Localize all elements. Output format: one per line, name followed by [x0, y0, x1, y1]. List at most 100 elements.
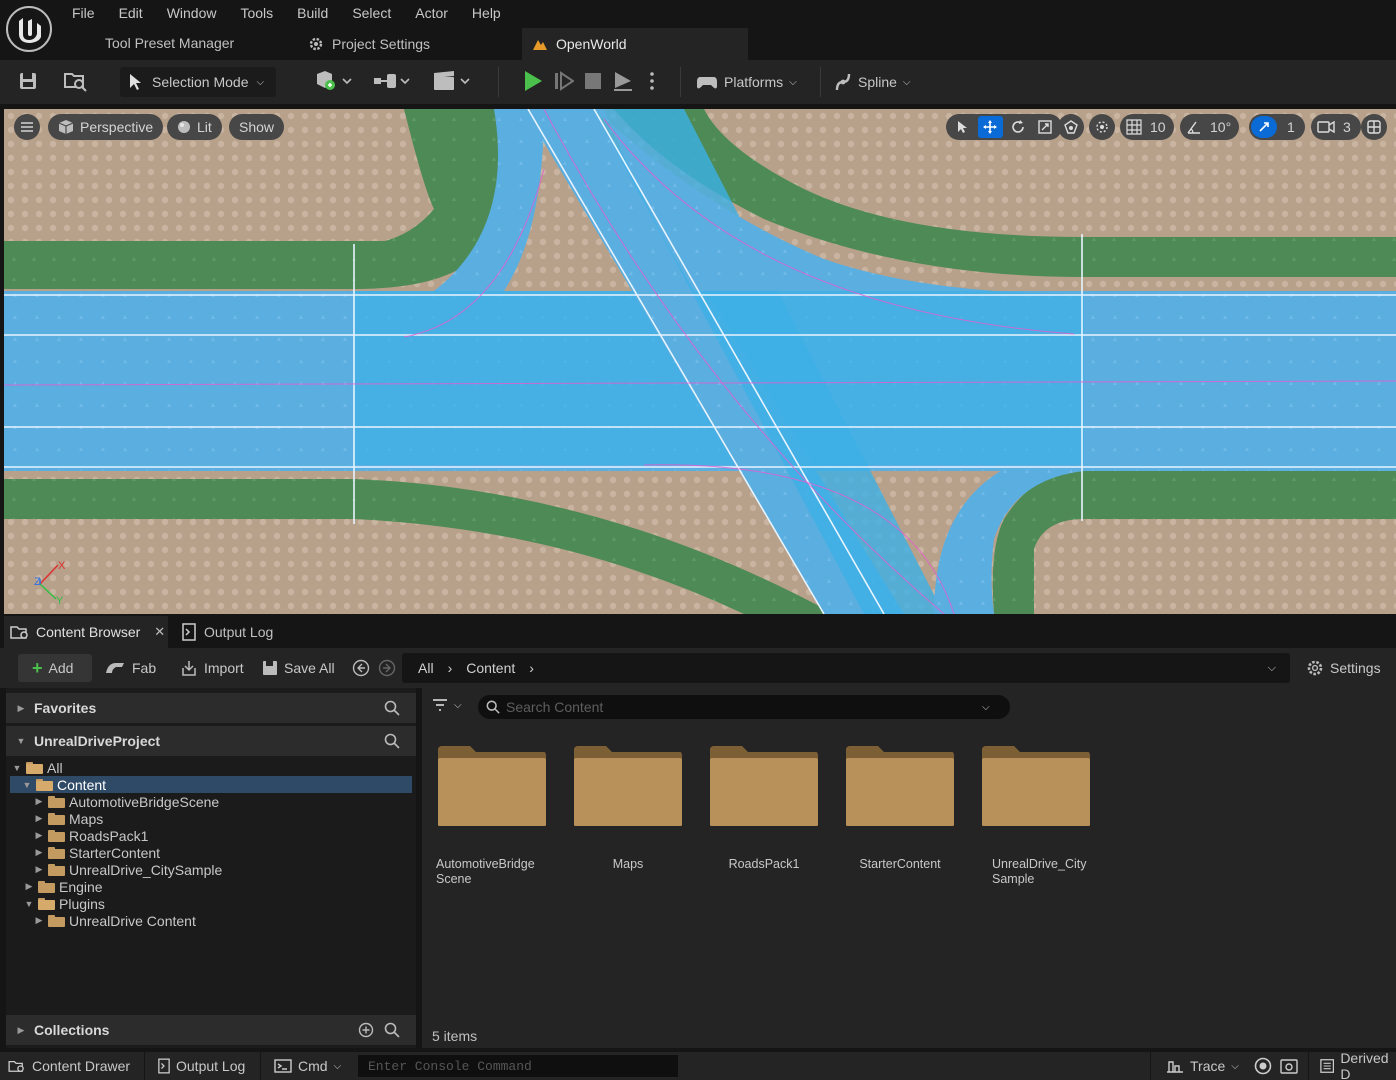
output-log-button[interactable]: Output Log [158, 1054, 245, 1078]
screenshot-icon[interactable] [1280, 1057, 1298, 1075]
browse-content-icon[interactable] [64, 70, 88, 92]
tree-item-plugins[interactable]: ▼ Plugins [24, 895, 105, 912]
surface-snap-toggle[interactable] [1089, 114, 1115, 140]
selection-mode-dropdown[interactable]: Selection Mode ⌵ [120, 67, 276, 97]
filter-button[interactable]: ⌵ [432, 698, 462, 712]
asset-folder-maps[interactable]: Maps [562, 744, 688, 894]
search-icon[interactable] [384, 1022, 400, 1038]
asset-folder-startercontent[interactable]: StarterContent [834, 744, 960, 894]
import-button[interactable]: Import [180, 654, 244, 682]
tab-level-openworld[interactable]: OpenWorld [522, 28, 748, 60]
console-command-input[interactable] [358, 1055, 678, 1077]
add-actor-icon[interactable] [314, 70, 354, 92]
asset-folder-automotivebridgescene[interactable]: AutomotiveBridge Scene [426, 744, 552, 894]
chevron-down-icon[interactable]: ⌵ [982, 702, 990, 713]
tree-item-maps[interactable]: ▶ Maps [34, 810, 104, 827]
rotate-tool-icon[interactable] [1005, 116, 1031, 138]
cmd-dropdown[interactable]: Cmd ⌵ [274, 1054, 341, 1078]
blueprint-icon[interactable] [372, 70, 414, 92]
status-separator [144, 1052, 145, 1080]
search-icon[interactable] [384, 700, 400, 716]
perspective-button[interactable]: Perspective [48, 114, 164, 140]
translate-tool-icon[interactable] [977, 116, 1003, 138]
history-back-icon[interactable] [352, 659, 370, 677]
breadcrumb[interactable]: All › Content › ⌵ [402, 653, 1290, 683]
derived-data-button[interactable]: Derived D [1320, 1050, 1396, 1080]
eject-icon[interactable] [612, 70, 634, 92]
menu-tools[interactable]: Tools [228, 2, 285, 24]
output-log-label: Output Log [204, 624, 274, 640]
folder-open-icon [26, 761, 43, 774]
menu-actor[interactable]: Actor [403, 2, 460, 24]
tree-item-startercontent[interactable]: ▶ StarterContent [34, 844, 161, 861]
tab-content-browser[interactable]: Content Browser ✕ [4, 616, 168, 648]
show-button[interactable]: Show [229, 114, 285, 140]
tree-item-automotivebridgescene[interactable]: ▶ AutomotiveBridgeScene [34, 793, 220, 810]
more-options-icon[interactable] [648, 71, 656, 91]
project-header[interactable]: ▼ UnrealDriveProject [6, 726, 416, 756]
add-button[interactable]: + Add [18, 654, 92, 682]
viewport-menu-button[interactable] [14, 114, 40, 140]
tab-output-log[interactable]: Output Log [182, 616, 273, 648]
settings-button[interactable]: Settings [1306, 654, 1381, 682]
trace-dropdown[interactable]: Trace ⌵ [1166, 1054, 1239, 1078]
breadcrumb-all[interactable]: All [418, 660, 434, 676]
save-icon[interactable] [18, 71, 38, 91]
platforms-dropdown[interactable]: Platforms ⌵ [696, 67, 797, 97]
tree-item-engine[interactable]: ▶ Engine [24, 878, 103, 895]
tree-item-all[interactable]: ▼ All [12, 759, 63, 776]
camera-speed-button[interactable]: 3 [1311, 114, 1361, 140]
menu-help[interactable]: Help [460, 2, 513, 24]
chevron-down-icon: ⌵ [454, 699, 462, 711]
layout-options-button[interactable] [1361, 114, 1387, 140]
rotation-snap-button[interactable]: 10° [1180, 114, 1240, 140]
cinematics-icon[interactable] [432, 70, 474, 92]
asset-folder-unrealdrive-citysample[interactable]: UnrealDrive_City Sample [970, 744, 1096, 894]
world-local-toggle[interactable] [1058, 114, 1084, 140]
tab-project-settings[interactable]: Project Settings [300, 28, 510, 60]
search-input[interactable] [506, 699, 976, 715]
tab-tool-preset-manager[interactable]: Tool Preset Manager [90, 28, 280, 60]
unreal-logo-icon[interactable] [6, 6, 52, 52]
menu-window[interactable]: Window [155, 2, 229, 24]
menu-file[interactable]: File [60, 2, 107, 24]
collections-header[interactable]: ▶ Collections [6, 1015, 416, 1045]
level-viewport[interactable]: X Z Y Perspective Lit Show 10 10° 1 3 [4, 109, 1396, 614]
menu-build[interactable]: Build [285, 2, 340, 24]
content-drawer-button[interactable]: Content Drawer [8, 1054, 130, 1078]
tree-item-roadspack1[interactable]: ▶ RoadsPack1 [34, 827, 149, 844]
folder-icon [48, 863, 65, 876]
chevron-down-icon[interactable]: ⌵ [1268, 662, 1276, 675]
add-collection-icon[interactable] [358, 1022, 374, 1038]
favorites-header[interactable]: ▶ Favorites [6, 693, 416, 723]
road-scene[interactable]: X Z Y [4, 109, 1396, 614]
menu-edit[interactable]: Edit [107, 2, 155, 24]
scale-snap-button[interactable]: 1 [1249, 114, 1305, 140]
record-icon[interactable] [1254, 1057, 1272, 1075]
history-forward-icon[interactable] [378, 659, 396, 677]
save-all-button[interactable]: Save All [262, 654, 335, 682]
tree-item-content[interactable]: ▼ Content [10, 776, 412, 793]
folder-icon [574, 746, 682, 826]
chevron-right-icon: › [447, 660, 453, 676]
asset-folder-roadspack1[interactable]: RoadsPack1 [698, 744, 824, 894]
play-icon[interactable] [522, 70, 544, 92]
grid-snap-button[interactable]: 10 [1120, 114, 1174, 140]
spline-dropdown[interactable]: Spline ⌵ [834, 67, 911, 97]
tree-item-unrealdrive-citysample[interactable]: ▶ UnrealDrive_CitySample [34, 861, 223, 878]
tree-item-unrealdrive-content[interactable]: ▶ UnrealDrive Content [34, 912, 196, 929]
search-content-field[interactable]: ⌵ [478, 695, 1010, 719]
breadcrumb-content[interactable]: Content [466, 660, 515, 676]
advance-frame-icon[interactable] [554, 71, 574, 91]
search-icon[interactable] [384, 733, 400, 749]
scale-tool-icon[interactable] [1033, 116, 1059, 138]
fab-button[interactable]: Fab [104, 654, 156, 682]
lit-button[interactable]: Lit [167, 114, 222, 140]
sources-panel: ▶ Favorites ▼ UnrealDriveProject ▼ All ▼… [6, 688, 416, 1048]
select-tool-icon[interactable] [950, 116, 976, 138]
stop-icon[interactable] [584, 72, 602, 90]
transform-tools [946, 114, 1062, 140]
item-count: 5 items [432, 1028, 478, 1044]
close-icon[interactable]: ✕ [154, 624, 165, 640]
menu-select[interactable]: Select [340, 2, 403, 24]
